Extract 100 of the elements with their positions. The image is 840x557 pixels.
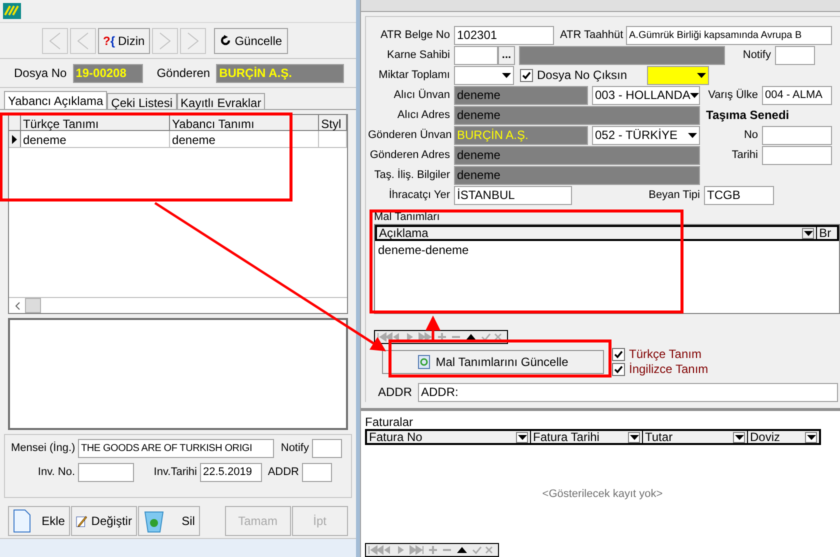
field-label: Dosya No (14, 65, 67, 82)
dropdown-caret-icon (630, 434, 638, 440)
input-field[interactable]: deneme (454, 166, 700, 184)
input-field[interactable] (762, 146, 832, 164)
annotation-arrow (426, 316, 440, 340)
index-button[interactable]: ?{ Dizin (98, 28, 150, 54)
field-label: Gönderen Ünvan (368, 128, 450, 143)
input-field[interactable]: İSTANBUL (454, 186, 572, 204)
column-header[interactable]: Styl (319, 115, 348, 130)
field-label: Alıcı Adres (396, 108, 450, 123)
field-label: Inv.Tarihi (152, 465, 197, 480)
delete-button[interactable]: Sil (138, 506, 200, 536)
input-field[interactable]: ADDR: (418, 382, 838, 402)
input-field[interactable]: A.Gümrük Birliği kapsamında Avrupa B (626, 26, 832, 44)
input-field[interactable]: deneme (454, 146, 700, 164)
table-cell: deneme (170, 131, 320, 147)
sender-field[interactable]: BURÇİN A.Ş. (216, 64, 344, 82)
column-header[interactable]: Türkçe Tanımı (20, 115, 170, 130)
input-field[interactable]: 102301 (454, 26, 554, 44)
tab[interactable]: Kayıtlı Evraklar (176, 93, 266, 109)
field-label: Gönderen (156, 65, 210, 82)
row-pointer-icon (12, 134, 17, 144)
field-label: ATR Taahhüt (560, 28, 622, 43)
edit-button[interactable]: Değiştir (70, 506, 137, 536)
field-label: Karne Sahibi (386, 48, 450, 63)
field-label: Notify (280, 441, 309, 456)
dropdown-field[interactable] (454, 66, 514, 84)
input-field[interactable]: BURÇİN A.Ş. (454, 126, 588, 144)
column-header[interactable]: Tutar (643, 431, 748, 443)
owner-name-field[interactable] (519, 46, 725, 64)
section-title: Faturalar (365, 415, 414, 429)
dropdown-field[interactable]: 003 - HOLLANDA (592, 86, 700, 104)
scrollbar-thumb[interactable] (25, 298, 41, 313)
checkbox-label: Türkçe Tanım (629, 348, 702, 361)
input-field[interactable] (312, 439, 342, 458)
field-label: No (742, 128, 758, 143)
input-field[interactable] (454, 46, 498, 64)
field-label: ADDR (378, 384, 410, 401)
input-field[interactable] (302, 463, 332, 482)
input-field[interactable]: deneme (454, 106, 700, 124)
field-label: Beyan Tipi (648, 188, 700, 203)
file-number-field[interactable]: 19-00208 (72, 64, 143, 82)
empty-message: <Gösterilecek kayıt yok> (542, 486, 663, 502)
field-label: Tarihi (730, 148, 758, 163)
recycle-bin-icon (142, 509, 165, 533)
input-field[interactable]: 22.5.2019 (200, 463, 262, 482)
column-header[interactable]: Fatura Tarihi (531, 431, 643, 443)
input-field[interactable] (775, 46, 815, 64)
dropdown-caret-icon (697, 72, 706, 78)
notes-area[interactable] (8, 318, 348, 430)
input-field[interactable] (78, 463, 134, 482)
add-button[interactable]: Ekle (8, 506, 70, 536)
checkbox[interactable] (612, 348, 625, 361)
table-cell-text: deneme-deneme (377, 242, 470, 259)
section-title: Taşıma Senedi (706, 107, 790, 124)
field-label: Varış Ülke (707, 88, 758, 103)
column-header[interactable]: Br (817, 227, 837, 239)
section-title: Mal Tanımları (374, 211, 441, 224)
column-header[interactable]: Açıklama (377, 227, 818, 239)
field-label: Inv. No. (36, 465, 75, 480)
dropdown-caret-icon (502, 72, 511, 78)
dropdown-caret-icon (806, 434, 816, 440)
update-goods-button[interactable]: Mal Tanımlarını Güncelle (382, 350, 604, 374)
dropdown-field[interactable] (647, 66, 710, 84)
refresh-icon (220, 35, 231, 46)
field-label: Taş. İliş. Bilgiler (373, 168, 450, 183)
dropdown-caret-icon (734, 434, 744, 440)
input-field[interactable] (762, 126, 832, 144)
checkbox-label: İngilizce Tanım (629, 363, 708, 376)
document-icon (13, 509, 31, 533)
field-label: Notify (742, 48, 771, 63)
app-logo-icon (3, 3, 21, 19)
column-header[interactable]: Yabancı Tanımı (170, 115, 320, 130)
refresh-document-icon (418, 355, 430, 369)
tab[interactable]: Çeki Listesi (107, 93, 177, 109)
dropdown-caret-icon (518, 434, 526, 440)
column-header[interactable]: Fatura No (367, 431, 531, 443)
column-header[interactable]: Doviz (748, 431, 819, 443)
field-label: Alıcı Ünvan (392, 88, 450, 103)
grid-navigator[interactable] (365, 543, 499, 557)
field-label: Miktar Toplamı (378, 68, 450, 83)
field-label: Mensei (İng.) (11, 440, 75, 456)
checkbox-label: Dosya No Çıksın (537, 67, 628, 84)
table-cell: deneme (20, 131, 170, 147)
checkbox[interactable] (520, 68, 533, 82)
input-field[interactable]: 004 - ALMA (762, 86, 832, 104)
dropdown-caret-icon (804, 230, 813, 236)
checkbox[interactable] (612, 363, 625, 376)
field-label: İhracatçı Yer (388, 188, 450, 203)
field-label: ATR Belge No (380, 28, 450, 43)
dropdown-caret-icon (690, 92, 700, 98)
input-field[interactable]: THE GOODS ARE OF TURKISH ORIGI (78, 439, 274, 458)
browse-button[interactable]: ... (498, 46, 515, 64)
dropdown-field[interactable]: 052 - TÜRKİYE (592, 126, 700, 144)
input-field[interactable]: deneme (454, 86, 588, 104)
input-field[interactable]: TCGB (704, 186, 774, 204)
dropdown-caret-icon (688, 132, 697, 138)
tab[interactable]: Yabancı Açıklama (4, 91, 108, 109)
left-chevron-icon (14, 302, 20, 310)
refresh-button[interactable]: Güncelle (214, 28, 288, 54)
